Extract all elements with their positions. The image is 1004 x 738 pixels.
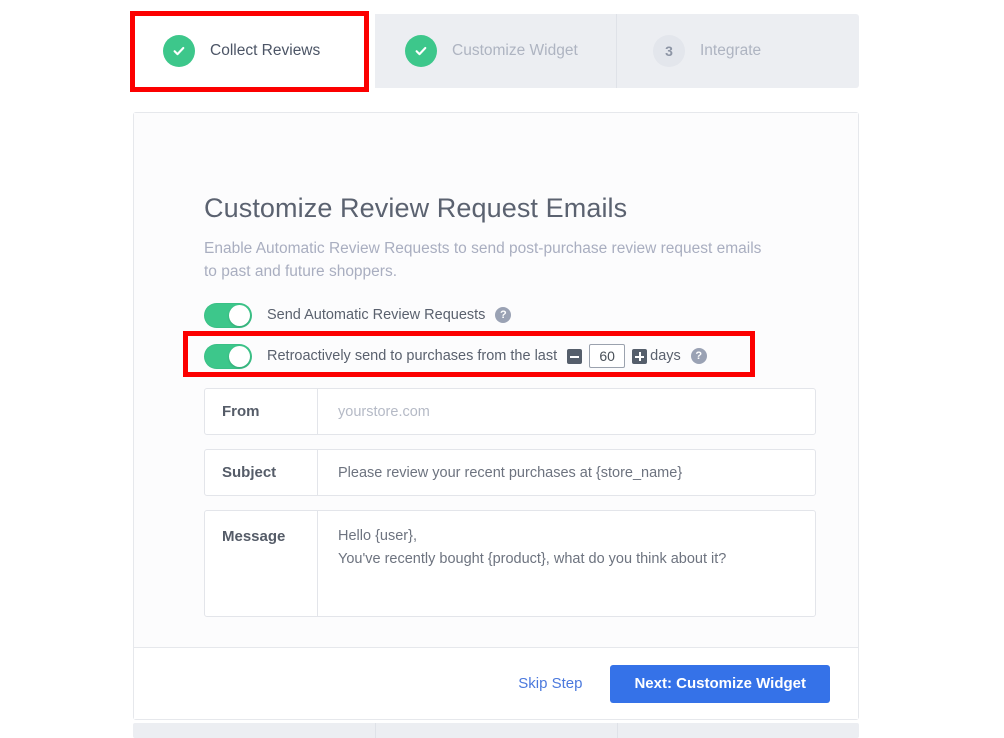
automatic-review-requests-row: Send Automatic Review Requests ? — [204, 301, 512, 329]
subject-input[interactable]: Please review your recent purchases at {… — [318, 450, 815, 495]
wizard-step-integrate[interactable]: 3 Integrate — [617, 14, 859, 88]
check-icon — [163, 35, 195, 67]
help-circle-icon[interactable]: ? — [690, 348, 707, 364]
step-number-badge: 3 — [653, 35, 685, 67]
toggle-knob — [229, 304, 250, 326]
wizard-step-customize-widget[interactable]: Customize Widget — [375, 14, 617, 88]
content-card: Customize Review Request Emails Enable A… — [133, 112, 859, 720]
subject-field-label: Subject — [205, 450, 318, 495]
wizard-step-label: Customize Widget — [452, 42, 578, 59]
days-stepper: days — [567, 344, 681, 368]
send-automatic-review-requests-toggle[interactable] — [204, 302, 252, 328]
plus-square-icon[interactable] — [632, 348, 648, 364]
help-circle-icon[interactable]: ? — [495, 307, 512, 323]
days-unit-label: days — [650, 348, 681, 364]
card-body: Customize Review Request Emails Enable A… — [134, 113, 858, 647]
wizard-step-label: Integrate — [700, 42, 762, 59]
from-field-row: From yourstore.com — [204, 388, 816, 435]
retroactive-send-row: Retroactively send to purchases from the… — [204, 342, 707, 370]
wizard-step-collect-reviews[interactable]: Collect Reviews — [133, 14, 375, 88]
next-customize-widget-button[interactable]: Next: Customize Widget — [610, 664, 830, 703]
message-field-label: Message — [205, 511, 318, 616]
subject-field-row: Subject Please review your recent purcha… — [204, 449, 816, 496]
step-number: 3 — [665, 43, 673, 59]
background-panel-edge — [133, 723, 859, 738]
automatic-review-requests-label: Send Automatic Review Requests — [267, 307, 486, 323]
panel-divider — [375, 723, 376, 738]
days-input[interactable] — [589, 344, 626, 368]
message-field-row: Message Hello {user}, You've recently bo… — [204, 510, 816, 617]
retroactive-send-label: Retroactively send to purchases from the… — [267, 348, 558, 364]
wizard-stepper: Collect Reviews Customize Widget 3 Integ… — [133, 14, 859, 88]
message-textarea[interactable]: Hello {user}, You've recently bought {pr… — [318, 511, 815, 616]
check-icon — [405, 35, 437, 67]
page-title: Customize Review Request Emails — [204, 193, 628, 223]
from-input[interactable]: yourstore.com — [318, 389, 815, 434]
page-subtitle: Enable Automatic Review Requests to send… — [204, 240, 762, 280]
minus-square-icon[interactable] — [567, 348, 583, 364]
panel-divider — [617, 723, 618, 738]
card-footer: Skip Step Next: Customize Widget — [134, 647, 858, 719]
toggle-knob — [229, 345, 250, 367]
retroactively-send-toggle[interactable] — [204, 343, 252, 369]
wizard-step-label: Collect Reviews — [210, 42, 321, 59]
skip-step-link[interactable]: Skip Step — [518, 675, 582, 692]
from-field-label: From — [205, 389, 318, 434]
